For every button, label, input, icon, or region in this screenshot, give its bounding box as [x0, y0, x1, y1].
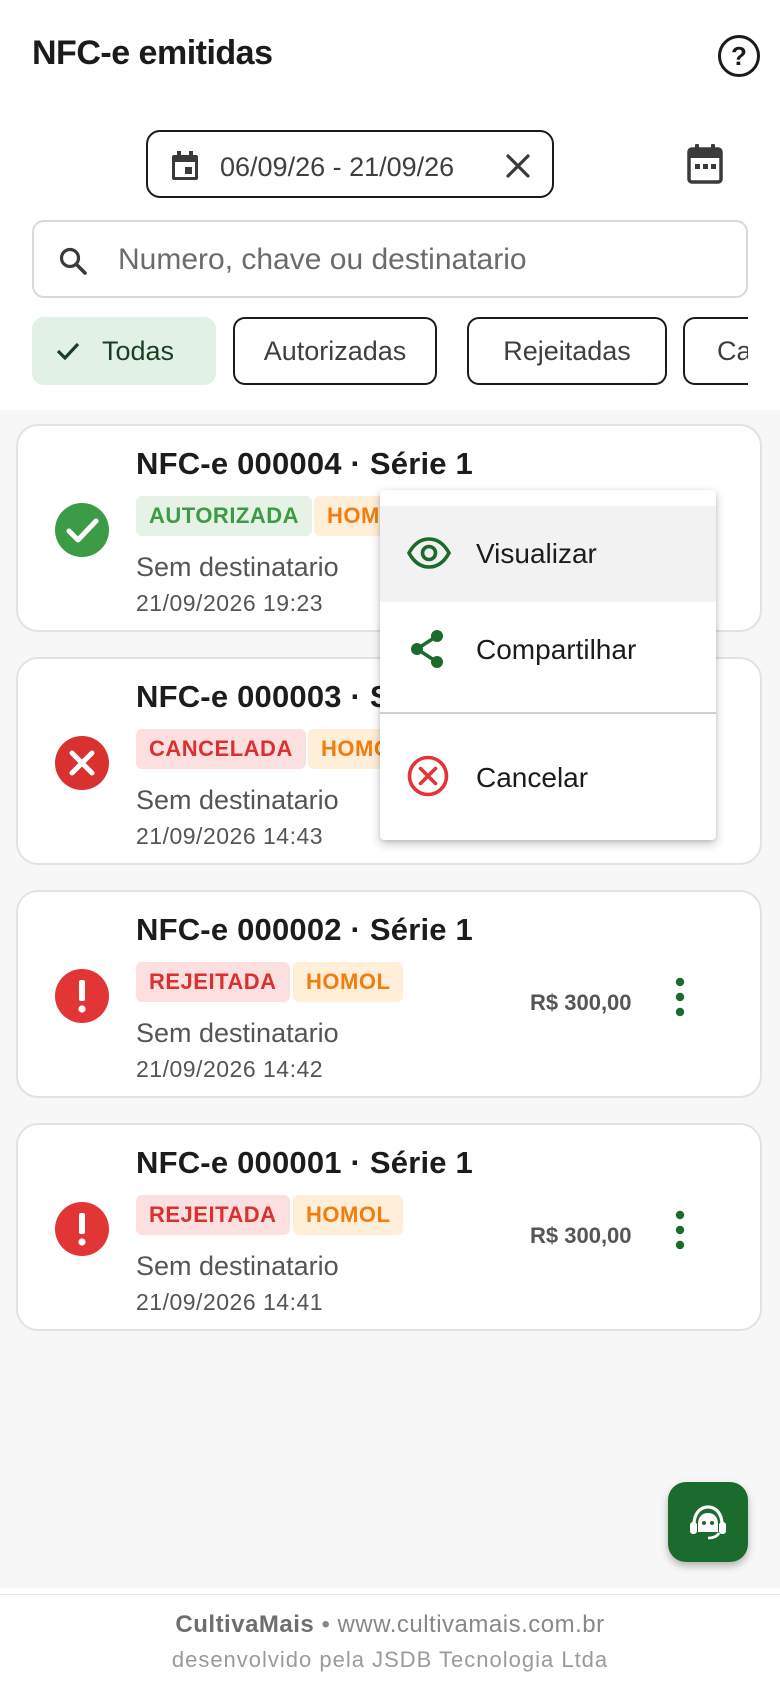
chip-label: Canceladas [717, 335, 748, 366]
check-icon [56, 342, 80, 361]
status-badge: REJEITADA [136, 1195, 290, 1235]
invoice-recipient: Sem destinatario [136, 552, 339, 582]
chip-canceladas[interactable]: Canceladas [683, 317, 748, 385]
calendar-event-icon [172, 151, 198, 180]
chip-autorizadas[interactable]: Autorizadas [233, 317, 437, 385]
alert-circle-icon [55, 969, 109, 1023]
menu-item-label: Visualizar [476, 538, 597, 569]
environment-badge: HOMOL [293, 1195, 404, 1235]
cancel-circle-icon [407, 755, 449, 797]
invoice-card[interactable]: NFC-e 000001 · Série 1 REJEITADA HOMOL S… [16, 1123, 762, 1331]
context-menu: Visualizar Compartilhar Cancelar [380, 490, 716, 840]
footer: CultivaMais • www.cultivamais.com.br des… [0, 1594, 780, 1688]
close-icon[interactable] [504, 152, 532, 180]
chip-label: Rejeitadas [503, 335, 631, 366]
eye-icon [406, 537, 452, 569]
footer-site-link[interactable]: www.cultivamais.com.br [338, 1611, 605, 1638]
page-title: NFC-e emitidas [32, 34, 273, 72]
filter-chips: Todas Autorizadas Rejeitadas Canceladas [32, 317, 748, 385]
footer-brand-line: CultivaMais • www.cultivamais.com.br [0, 1611, 780, 1639]
help-icon[interactable]: ? [718, 35, 760, 77]
chip-rejeitadas[interactable]: Rejeitadas [467, 317, 667, 385]
invoice-amount: R$ 300,00 [530, 1223, 632, 1248]
menu-item-compartilhar[interactable]: Compartilhar [380, 602, 716, 698]
support-button[interactable] [668, 1482, 748, 1562]
alert-circle-icon [55, 1202, 109, 1256]
chip-label: Todas [102, 335, 175, 366]
environment-badge: HOMOL [293, 962, 404, 1002]
search-icon [59, 247, 87, 275]
status-badge: REJEITADA [136, 962, 290, 1002]
status-badge: AUTORIZADA [136, 496, 313, 536]
menu-item-visualizar[interactable]: Visualizar [380, 506, 716, 602]
chip-todas[interactable]: Todas [32, 317, 216, 385]
search-field[interactable] [32, 220, 748, 298]
menu-item-label: Cancelar [476, 762, 589, 793]
status-badge: CANCELADA [136, 729, 306, 769]
invoice-datetime: 21/09/2026 14:41 [136, 1289, 324, 1315]
more-vert-icon[interactable] [670, 976, 690, 1018]
invoice-amount: R$ 300,00 [530, 990, 632, 1015]
date-range-value: 06/09/26 - 21/09/26 [220, 152, 455, 182]
invoice-title: NFC-e 000001 · Série 1 [136, 1145, 473, 1180]
share-icon [411, 630, 443, 668]
more-vert-icon[interactable] [670, 1209, 690, 1251]
search-input[interactable] [118, 238, 718, 282]
date-range-field[interactable]: 06/09/26 - 21/09/26 [146, 130, 554, 198]
footer-credit: desenvolvido pela JSDB Tecnologia Ltda [171, 1647, 609, 1672]
support-agent-icon [690, 1505, 726, 1540]
x-circle-icon [55, 736, 109, 790]
footer-brand: CultivaMais [175, 1611, 315, 1638]
invoice-datetime: 21/09/2026 14:42 [136, 1056, 324, 1082]
invoice-card[interactable]: NFC-e 000002 · Série 1 REJEITADA HOMOL S… [16, 890, 762, 1098]
menu-item-cancelar[interactable]: Cancelar [380, 726, 716, 828]
invoice-recipient: Sem destinatario [136, 1018, 339, 1048]
menu-item-label: Compartilhar [476, 634, 637, 665]
invoice-datetime: 21/09/2026 19:23 [136, 590, 324, 616]
invoice-datetime: 21/09/2026 14:43 [136, 823, 324, 849]
menu-divider [380, 712, 716, 714]
invoice-recipient: Sem destinatario [136, 785, 339, 815]
app-bar: NFC-e emitidas ? [0, 0, 780, 112]
invoice-title: NFC-e 000002 · Série 1 [136, 912, 473, 947]
check-circle-icon [55, 503, 109, 557]
footer-separator: • [321, 1611, 331, 1638]
invoice-title: NFC-e 000004 · Série 1 [136, 446, 473, 481]
chip-label: Autorizadas [263, 335, 407, 366]
invoice-recipient: Sem destinatario [136, 1251, 339, 1281]
calendar-month-icon[interactable] [686, 143, 724, 185]
